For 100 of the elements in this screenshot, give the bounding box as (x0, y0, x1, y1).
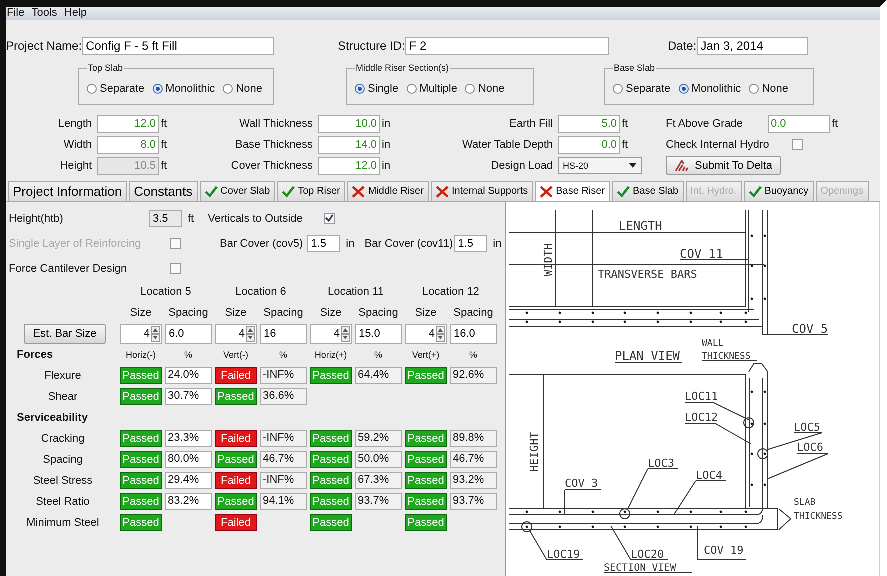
row-label: Steel Ratio (35, 496, 91, 508)
status-badge: Passed (310, 472, 352, 489)
menu-item[interactable]: File (7, 7, 25, 20)
row-label: Steel Stress (32, 474, 94, 486)
drawing-label: LOC3 (648, 457, 674, 470)
status-badge: Passed (215, 493, 257, 510)
unit-label: in (382, 118, 391, 130)
percent-field: -INF% (260, 367, 307, 384)
number-field[interactable]: 14.0 (318, 136, 380, 154)
column-heading: Location 11 (326, 286, 386, 298)
size-spinner[interactable]: 4 (120, 324, 162, 344)
number-field[interactable]: 1.5 (307, 235, 340, 252)
size-spinner[interactable]: 4 (215, 324, 257, 344)
status-badge: Passed (215, 451, 257, 468)
size-spinner[interactable]: 4 (405, 324, 447, 344)
percent-field: 30.7% (165, 388, 212, 405)
row-label: Flexure (44, 370, 82, 382)
number-field[interactable]: 0.0 (558, 136, 620, 154)
spacing-field[interactable]: 15.0 (355, 324, 402, 344)
number-field[interactable]: 0.0 (768, 114, 830, 132)
column-heading: Size (414, 306, 438, 318)
status-badge: Passed (120, 367, 162, 384)
percent-field: -INF% (260, 472, 307, 489)
number-field[interactable]: 10.0 (318, 114, 380, 132)
column-heading: Location 12 (422, 286, 480, 298)
tab[interactable]: Base Riser (535, 181, 610, 201)
radio-button[interactable]: Separate (613, 82, 671, 94)
drawing-label: LOC19 (547, 548, 580, 561)
radio-button[interactable]: Monolithic (152, 82, 216, 94)
tab[interactable]: Internal Supports (430, 181, 534, 201)
tab[interactable]: Buoyancy (744, 181, 814, 201)
column-heading: Location 6 (234, 286, 288, 298)
number-field[interactable]: 3.5 (149, 210, 182, 227)
column-heading: Size (224, 306, 248, 318)
est-bar-size-button[interactable]: Est. Bar Size (24, 324, 106, 344)
radio-button[interactable]: Separate (87, 82, 145, 94)
spacing-field[interactable]: 6.0 (165, 324, 212, 344)
tab[interactable]: Top Riser (277, 181, 346, 201)
checkbox[interactable] (170, 263, 181, 274)
column-heading: Spacing (168, 306, 210, 318)
unit-label: in (382, 160, 391, 172)
number-field[interactable]: 1.5 (454, 235, 488, 252)
dropdown[interactable]: HS-20 (558, 157, 642, 174)
status-badge: Passed (405, 472, 447, 489)
row-label: Shear (47, 390, 79, 402)
checkbox[interactable] (324, 213, 336, 224)
drawing-label: LOC12 (685, 411, 718, 424)
status-badge: Passed (405, 430, 447, 447)
radio-button[interactable]: None (223, 82, 262, 94)
checkbox-label: Force Cantilever Design (9, 262, 128, 274)
percent-field: 36.6% (260, 388, 307, 405)
size-spinner[interactable]: 4 (310, 324, 352, 344)
status-badge: Passed (120, 430, 162, 447)
drawing-label: TRANSVERSE BARS (598, 268, 698, 281)
unit-label: in (346, 238, 355, 250)
number-field[interactable]: 12.0 (318, 156, 380, 174)
percent-field: 67.3% (355, 472, 402, 489)
field-label: Height (59, 160, 93, 172)
tab[interactable]: Project Information (8, 181, 128, 201)
drawing-label: LOC20 (631, 548, 664, 561)
status-badge: Failed (215, 430, 257, 447)
radio-button[interactable]: None (465, 82, 505, 94)
spacing-field[interactable]: 16.0 (450, 324, 497, 344)
column-heading: Horiz(-) (125, 350, 157, 360)
submit-button[interactable]: Submit To Delta (666, 156, 782, 175)
checkbox[interactable] (792, 139, 803, 150)
text-field[interactable]: Config F - 5 ft Fill (82, 37, 274, 55)
unit-label: ft (188, 212, 194, 224)
number-field[interactable]: 5.0 (558, 114, 620, 132)
section-heading: Forces (16, 348, 54, 360)
number-field[interactable]: 8.0 (97, 136, 159, 154)
check-icon (204, 186, 218, 198)
radio-button[interactable]: Single (355, 82, 399, 94)
tab[interactable]: Cover Slab (200, 181, 276, 201)
field-label: Bar Cover (cov5) (220, 238, 304, 250)
field-label: Bar Cover (cov11) (364, 238, 454, 250)
percent-field: 64.4% (355, 367, 402, 384)
status-badge: Passed (405, 493, 447, 510)
number-field[interactable]: 12.0 (97, 114, 159, 132)
radio-button[interactable]: Multiple (406, 82, 458, 94)
tab[interactable]: Base Slab (612, 181, 684, 201)
status-badge: Passed (310, 430, 352, 447)
tab[interactable]: Middle Riser (347, 181, 429, 201)
spacing-field[interactable]: 16 (260, 324, 307, 344)
column-heading: Location 5 (140, 286, 192, 298)
text-field[interactable]: Jan 3, 2014 (696, 37, 808, 55)
group-title: Middle Riser Section(s) (355, 63, 450, 73)
radio-button[interactable]: Monolithic (678, 82, 742, 94)
menu-item[interactable]: Tools (32, 7, 58, 20)
text-field[interactable]: F 2 (405, 37, 610, 55)
tab[interactable]: Constants (129, 181, 198, 201)
spinner-arrows-icon (246, 326, 255, 342)
radio-button[interactable]: None (749, 82, 788, 94)
percent-field: 80.0% (165, 451, 212, 468)
percent-field: 46.7% (450, 451, 497, 468)
field-label: Height(htb) (9, 212, 64, 224)
menu-item[interactable]: Help (64, 7, 88, 20)
cross-icon (436, 186, 449, 198)
status-badge: Passed (310, 493, 352, 510)
status-badge: Passed (310, 451, 352, 468)
